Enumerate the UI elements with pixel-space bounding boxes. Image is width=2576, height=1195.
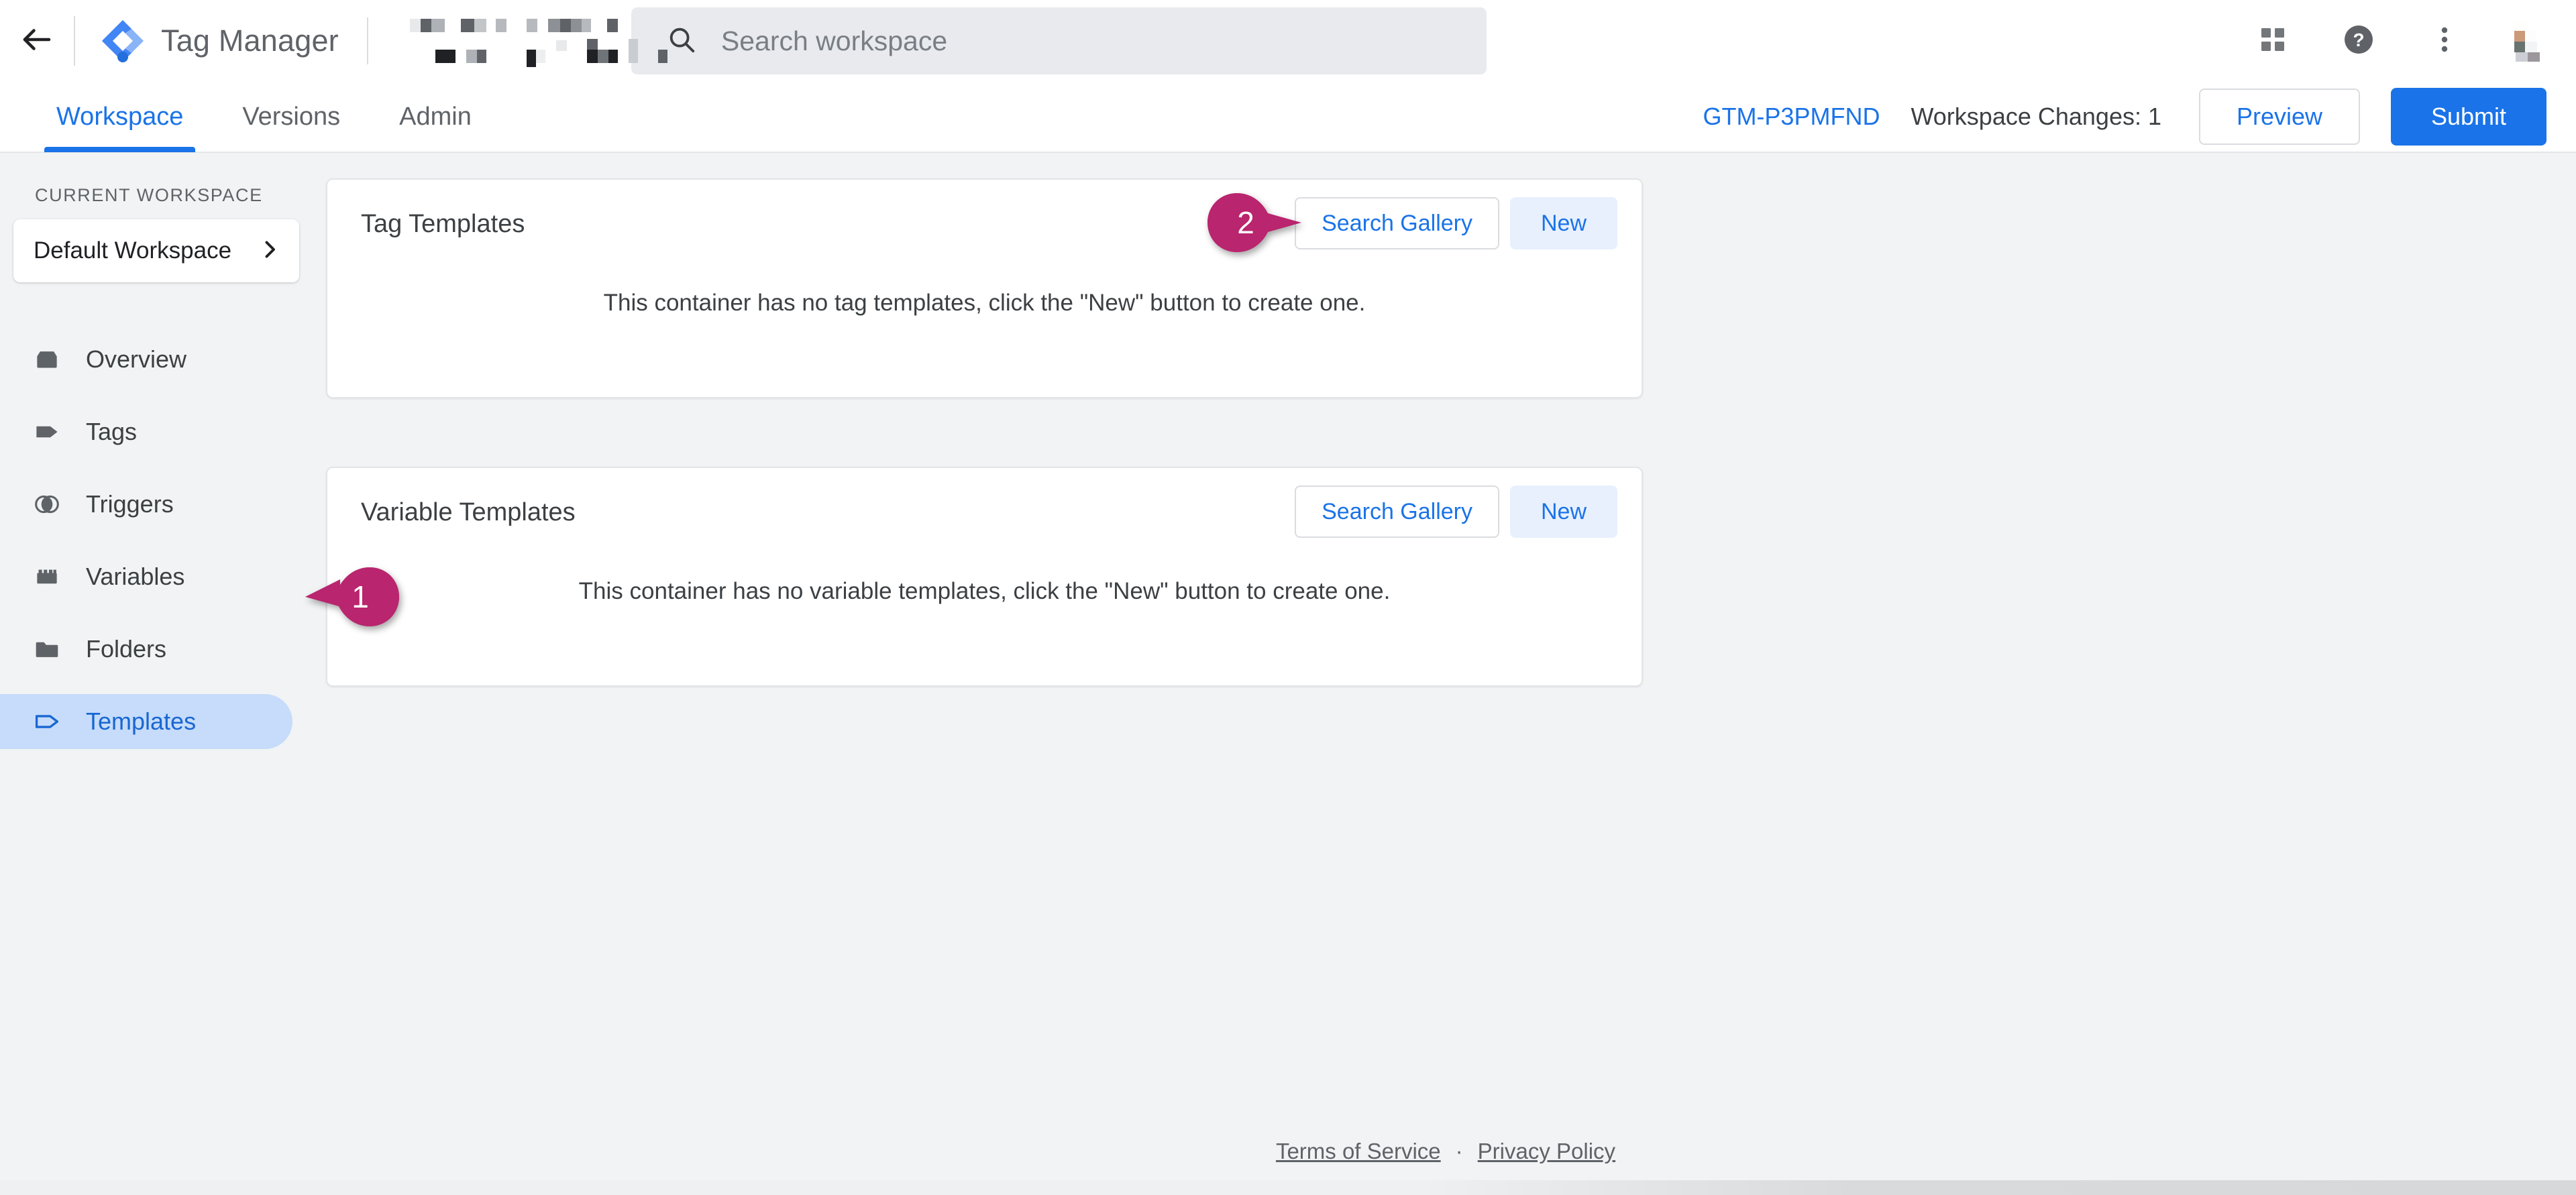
workspace-selector[interactable]: Default Workspace <box>13 219 299 282</box>
sidebar-item-tags[interactable]: Tags <box>0 404 292 459</box>
sidebar-item-folders[interactable]: Folders <box>0 622 292 677</box>
tag-templates-title: Tag Templates <box>361 209 525 238</box>
tag-templates-card-header: Tag Templates Search Gallery New <box>327 180 1642 268</box>
workspace-nav-bar: Workspace Versions Admin GTM-P3PMFND Wor… <box>0 82 2576 153</box>
tab-admin[interactable]: Admin <box>370 81 501 152</box>
more-vert-icon <box>2428 23 2461 59</box>
variable-templates-card: Variable Templates Search Gallery New Th… <box>326 467 1643 687</box>
nav-tabs: Workspace Versions Admin <box>0 81 501 152</box>
apps-grid-button[interactable] <box>2243 11 2302 70</box>
tab-workspace[interactable]: Workspace <box>27 81 213 152</box>
help-button[interactable]: ? <box>2329 11 2388 70</box>
account-container-name-redacted <box>395 12 667 70</box>
current-workspace-label: CURRENT WORKSPACE <box>35 185 263 205</box>
apps-grid-icon <box>2257 23 2289 59</box>
help-circle-icon: ? <box>2343 23 2375 59</box>
sidebar-item-templates[interactable]: Templates <box>0 694 292 749</box>
app-title: Tag Manager <box>161 23 339 58</box>
sidebar-item-triggers[interactable]: Triggers <box>0 477 292 532</box>
sidebar-item-templates-label: Templates <box>86 707 197 735</box>
back-arrow-icon <box>19 21 55 61</box>
app-header: Tag Manager Search workspace ? <box>0 0 2576 82</box>
more-options-button[interactable] <box>2415 11 2474 70</box>
tag-templates-new-button[interactable]: New <box>1510 197 1617 249</box>
footer-separator: · <box>1455 1139 1463 1163</box>
sidebar-item-overview[interactable]: Overview <box>0 332 292 387</box>
chevron-right-icon <box>258 237 282 265</box>
sidebar-item-variables[interactable]: Variables <box>0 549 292 604</box>
overview-box-icon <box>31 343 63 376</box>
tag-templates-search-gallery-button[interactable]: Search Gallery <box>1295 197 1499 249</box>
horizontal-scrollbar[interactable] <box>0 1180 2576 1195</box>
variable-templates-actions: Search Gallery New <box>1295 486 1617 538</box>
tab-workspace-label: Workspace <box>56 102 184 131</box>
preview-button[interactable]: Preview <box>2199 89 2360 145</box>
brand-block[interactable]: Tag Manager <box>75 19 339 63</box>
workspace-name: Default Workspace <box>34 237 232 264</box>
sidebar: CURRENT WORKSPACE Default Workspace Over… <box>0 153 315 1195</box>
tab-versions-label: Versions <box>242 102 341 131</box>
tag-templates-empty-message: This container has no tag templates, cli… <box>603 290 1366 316</box>
header-actions: ? <box>2243 0 2552 82</box>
sidebar-item-triggers-label: Triggers <box>86 490 174 518</box>
sidebar-item-tags-label: Tags <box>86 418 138 445</box>
tab-admin-label: Admin <box>399 102 472 131</box>
tag-templates-actions: Search Gallery New <box>1295 197 1617 249</box>
search-input[interactable] <box>720 25 1487 57</box>
main-content: Tag Templates Search Gallery New This co… <box>315 153 2576 1195</box>
triggers-circles-icon <box>31 488 63 520</box>
tag-filled-icon <box>31 416 63 448</box>
google-tag-manager-logo <box>101 19 145 63</box>
footer: Terms of Service · Privacy Policy <box>315 1139 2576 1164</box>
submit-button[interactable]: Submit <box>2391 88 2546 146</box>
variable-templates-card-header: Variable Templates Search Gallery New <box>327 468 1642 557</box>
search-icon <box>666 24 697 58</box>
tag-outline-icon <box>31 705 63 738</box>
variable-templates-title: Variable Templates <box>361 498 576 526</box>
svg-text:?: ? <box>2353 30 2364 50</box>
variable-templates-search-gallery-button[interactable]: Search Gallery <box>1295 486 1499 538</box>
sidebar-item-overview-label: Overview <box>86 345 187 373</box>
variable-templates-new-button[interactable]: New <box>1510 486 1617 538</box>
nav-right-actions: GTM-P3PMFND Workspace Changes: 1 Preview… <box>1703 88 2546 146</box>
search-bar[interactable] <box>631 7 1487 74</box>
privacy-policy-link[interactable]: Privacy Policy <box>1478 1139 1615 1164</box>
variable-templates-empty-message: This container has no variable templates… <box>578 578 1391 604</box>
tag-templates-card: Tag Templates Search Gallery New This co… <box>326 178 1643 398</box>
sidebar-nav-list: Overview Tags Triggers Variables Folders… <box>0 329 315 749</box>
avatar[interactable] <box>2505 20 2546 62</box>
workspace-changes-status: Workspace Changes: 1 <box>1911 103 2161 130</box>
header-divider-right <box>366 17 368 64</box>
sidebar-item-variables-label: Variables <box>86 563 185 590</box>
back-button[interactable] <box>0 0 74 82</box>
terms-of-service-link[interactable]: Terms of Service <box>1276 1139 1441 1164</box>
variables-brick-icon <box>31 561 63 593</box>
container-id-link[interactable]: GTM-P3PMFND <box>1703 103 1880 131</box>
sidebar-item-folders-label: Folders <box>86 635 167 663</box>
folder-icon <box>31 633 63 665</box>
tab-versions[interactable]: Versions <box>213 81 370 152</box>
